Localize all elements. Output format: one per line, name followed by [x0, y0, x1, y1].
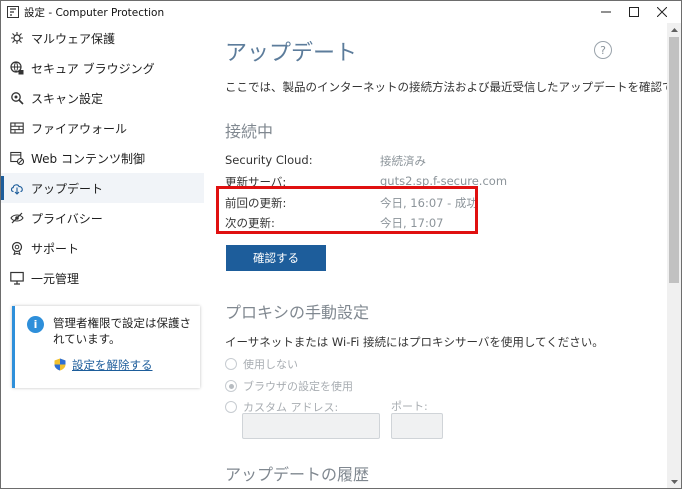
- scroll-up-button[interactable]: [667, 23, 681, 37]
- main-content: アップデート ? ここでは、製品のインターネットの接続方法および最近受信したアッ…: [204, 23, 667, 488]
- proxy-description: イーサネットまたは Wi-Fi 接続にはプロキシサーバを使用してください。: [225, 335, 604, 349]
- update-history-heading: アップデートの履歴: [225, 465, 370, 484]
- sidebar-item-label: ファイアウォール: [31, 121, 128, 136]
- security-cloud-label: Security Cloud:: [225, 153, 313, 167]
- close-button[interactable]: [647, 1, 677, 23]
- uac-shield-icon: [54, 358, 66, 371]
- proxy-heading: プロキシの手動設定: [225, 303, 370, 322]
- sidebar-item-updates[interactable]: アップデート: [1, 173, 204, 203]
- support-icon: [11, 241, 23, 255]
- settings-window: 設定 - Computer Protection マルウェア保護 セキュア ブラ…: [0, 0, 682, 489]
- admin-protection-text: 管理者権限で設定は保護されています。: [53, 316, 191, 346]
- scroll-down-button[interactable]: [667, 475, 681, 488]
- sidebar-item-label: サポート: [31, 241, 80, 256]
- sidebar-item-firewall[interactable]: ファイアウォール: [1, 113, 204, 143]
- chevron-down-icon: [670, 480, 678, 484]
- sidebar-item-support[interactable]: サポート: [1, 233, 204, 263]
- proxy-option-none[interactable]: 使用しない: [225, 356, 298, 372]
- sidebar-item-label: セキュア ブラウジング: [31, 61, 155, 76]
- monitor-icon: [10, 271, 24, 285]
- proxy-option-browser[interactable]: ブラウザの設定を使用: [225, 378, 353, 394]
- maximize-button[interactable]: [619, 1, 649, 23]
- proxy-port-input[interactable]: [391, 413, 443, 439]
- sidebar-item-label: Web コンテンツ制御: [31, 151, 145, 166]
- window-title: 設定 - Computer Protection: [24, 7, 165, 19]
- proxy-address-input[interactable]: [242, 413, 380, 439]
- radio-button[interactable]: [225, 358, 237, 370]
- highlight-annotation: [216, 186, 478, 234]
- security-cloud-value: 接続済み: [380, 154, 426, 168]
- eye-slash-icon: [10, 212, 24, 224]
- web-filter-icon: [10, 151, 24, 165]
- sidebar-item-scan-settings[interactable]: スキャン設定: [1, 83, 204, 113]
- cloud-download-icon: [10, 184, 23, 195]
- sidebar-item-central-management[interactable]: 一元管理: [1, 263, 204, 293]
- magnifier-icon: [11, 92, 24, 105]
- sidebar-item-web-content-control[interactable]: Web コンテンツ制御: [1, 143, 204, 173]
- info-icon: i: [27, 316, 44, 333]
- unlock-settings-link[interactable]: 設定を解除する: [72, 357, 153, 373]
- proxy-option-label: 使用しない: [243, 358, 298, 371]
- firewall-icon: [10, 122, 24, 134]
- port-label: ポート:: [391, 400, 428, 413]
- maximize-icon: [629, 7, 639, 17]
- chevron-up-icon: [670, 28, 678, 32]
- sidebar-item-malware-protection[interactable]: マルウェア保護: [1, 23, 204, 53]
- radio-button-selected[interactable]: [225, 380, 237, 392]
- sidebar-item-privacy[interactable]: プライバシー: [1, 203, 204, 233]
- help-icon[interactable]: ?: [594, 41, 612, 59]
- sidebar-item-label: 一元管理: [31, 271, 80, 286]
- close-icon: [657, 7, 667, 17]
- sidebar-item-secure-browsing[interactable]: セキュア ブラウジング: [1, 53, 204, 83]
- sidebar-item-label: アップデート: [31, 181, 104, 196]
- virus-icon: [11, 32, 23, 44]
- check-updates-button[interactable]: 確認する: [226, 245, 326, 271]
- sidebar-item-label: スキャン設定: [31, 91, 104, 106]
- minimize-icon: [601, 11, 611, 13]
- vertical-scrollbar[interactable]: [667, 23, 681, 488]
- title-bar: 設定 - Computer Protection: [1, 1, 681, 23]
- admin-protection-notice: i 管理者権限で設定は保護されています。 設定を解除する: [12, 306, 200, 388]
- sidebar-item-label: プライバシー: [31, 211, 103, 226]
- proxy-option-label: ブラウザの設定を使用: [243, 380, 353, 393]
- page-title: アップデート: [225, 41, 358, 66]
- page-description: ここでは、製品のインターネットの接続方法および最近受信したアップデートを確認でき…: [225, 80, 667, 94]
- scrollbar-thumb[interactable]: [669, 37, 679, 283]
- connection-heading: 接続中: [225, 122, 274, 141]
- radio-button[interactable]: [225, 401, 237, 413]
- minimize-button[interactable]: [591, 1, 621, 23]
- app-logo-icon: [7, 6, 19, 18]
- globe-lock-icon: [10, 61, 24, 75]
- sidebar: マルウェア保護 セキュア ブラウジング スキャン設定 ファイアウォール Web …: [1, 23, 204, 488]
- sidebar-item-label: マルウェア保護: [31, 31, 116, 46]
